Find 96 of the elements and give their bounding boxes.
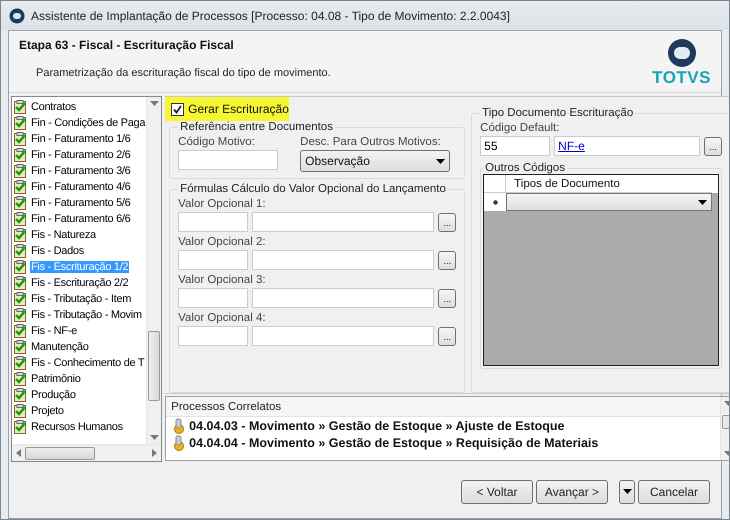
clipboard-check-icon bbox=[14, 260, 27, 274]
cancel-button[interactable]: Cancelar bbox=[638, 480, 710, 504]
scroll-down-icon bbox=[150, 435, 159, 440]
code-field[interactable]: 55 bbox=[480, 136, 550, 156]
clipboard-check-icon bbox=[14, 388, 27, 402]
field-label: Código Default: bbox=[480, 122, 560, 134]
clipboard-check-icon bbox=[14, 148, 27, 162]
scrollbar-thumb[interactable] bbox=[25, 446, 95, 460]
tree-item[interactable]: Fin - Condições de Paga bbox=[30, 117, 146, 129]
tree-item[interactable]: Fis - Dados bbox=[30, 245, 85, 257]
dropdown-button[interactable] bbox=[619, 480, 635, 504]
scroll-right-icon bbox=[152, 449, 158, 457]
select-field[interactable]: Observação bbox=[300, 150, 450, 172]
app-icon bbox=[9, 8, 25, 24]
tree-item[interactable]: Fis - Natureza bbox=[30, 229, 97, 241]
tree-item[interactable]: Fin - Faturamento 1/6 bbox=[30, 133, 132, 145]
vertical-scrollbar[interactable] bbox=[146, 97, 162, 444]
group-title: Outros Códigos bbox=[484, 162, 566, 174]
tree-item[interactable]: Fis - Tributação - Item bbox=[30, 293, 132, 305]
logo-icon bbox=[666, 38, 697, 68]
tree-item[interactable]: Fin - Faturamento 5/6 bbox=[30, 197, 132, 209]
clipboard-check-icon bbox=[14, 244, 27, 258]
field-label: Valor Opcional 4: bbox=[178, 312, 267, 324]
step-description: Parametrização da escrituração fiscal do tipo de movimento. bbox=[36, 67, 331, 79]
checkbox[interactable] bbox=[171, 102, 184, 116]
field-label: Código Motivo: bbox=[178, 136, 256, 148]
window-title: Assistente de Implantação de Processos [Processo: 04.08 - Tipo de Movimento: 2.2.0043] bbox=[31, 8, 510, 22]
clipboard-check-icon bbox=[14, 276, 27, 290]
process-item[interactable]: 04.04.03 - Movimento » Gestão de Estoque » Ajuste de Estoque bbox=[189, 418, 565, 433]
clipboard-check-icon bbox=[14, 180, 27, 194]
group-title: Tipo Documento Escrituração bbox=[481, 107, 634, 119]
clipboard-check-icon bbox=[14, 164, 27, 178]
tree-item[interactable]: Projeto bbox=[30, 405, 65, 417]
new-row-icon bbox=[492, 200, 498, 204]
tree-item[interactable]: Fin - Faturamento 3/6 bbox=[30, 165, 132, 177]
browse-button[interactable]: ... bbox=[704, 136, 722, 156]
group-title: Referência entre Documentos bbox=[179, 121, 334, 133]
tree-item[interactable]: Produção bbox=[30, 389, 77, 401]
clipboard-check-icon bbox=[14, 324, 27, 338]
input-field[interactable] bbox=[178, 150, 278, 170]
tree-item[interactable]: Fis - Escrituração 2/2 bbox=[30, 277, 130, 289]
tree-item[interactable]: Patrimônio bbox=[30, 373, 82, 385]
tree-item[interactable]: Fin - Faturamento 6/6 bbox=[30, 213, 132, 225]
tree-item[interactable]: Recursos Humanos bbox=[30, 421, 124, 433]
group-title: Fórmulas Cálculo do Valor Opcional do Lançamento bbox=[179, 183, 447, 195]
caret-icon bbox=[622, 489, 632, 494]
clipboard-check-icon bbox=[14, 340, 27, 354]
clipboard-check-icon bbox=[14, 292, 27, 306]
input-field[interactable] bbox=[178, 212, 248, 232]
field-label: Valor Opcional 2: bbox=[178, 236, 267, 248]
clipboard-check-icon bbox=[14, 372, 27, 386]
tree-item[interactable]: Contratos bbox=[30, 101, 77, 113]
field-label: Valor Opcional 1: bbox=[178, 198, 267, 210]
step-title: Etapa 63 - Fiscal - Escrituração Fiscal bbox=[19, 38, 235, 52]
browse-button[interactable]: ... bbox=[438, 326, 456, 346]
clipboard-check-icon bbox=[14, 228, 27, 242]
clipboard-check-icon bbox=[14, 308, 27, 322]
browse-button[interactable]: ... bbox=[438, 250, 456, 270]
tree-item[interactable]: Fis - NF-e bbox=[30, 325, 78, 337]
clipboard-check-icon bbox=[14, 100, 27, 114]
dropdown-arrow-icon bbox=[698, 200, 708, 204]
clipboard-check-icon bbox=[14, 356, 27, 370]
dropdown-arrow-icon bbox=[436, 158, 446, 164]
clipboard-check-icon bbox=[14, 116, 27, 130]
clipboard-check-icon bbox=[14, 404, 27, 418]
browse-button[interactable]: ... bbox=[438, 212, 456, 232]
process-item[interactable]: 04.04.04 - Movimento » Gestão de Estoque » Requisição de Materiais bbox=[189, 436, 598, 450]
horizontal-scrollbar[interactable] bbox=[12, 444, 162, 461]
wizard-button[interactable]: Avançar > bbox=[536, 480, 608, 504]
input-field[interactable] bbox=[178, 250, 248, 270]
browse-button[interactable]: ... bbox=[438, 288, 456, 308]
checkbox-label: Gerar Escrituração bbox=[188, 102, 289, 116]
tree-item[interactable]: Fis - Conhecimento de T bbox=[30, 357, 146, 369]
clipboard-check-icon bbox=[14, 212, 27, 226]
input-field[interactable] bbox=[252, 326, 434, 346]
field-label: Valor Opcional 3: bbox=[178, 274, 267, 286]
wizard-button[interactable]: < Voltar bbox=[461, 480, 533, 504]
tree-item[interactable]: Manutenção bbox=[30, 341, 90, 353]
scrollbar-thumb[interactable] bbox=[148, 330, 160, 400]
input-field[interactable] bbox=[178, 326, 248, 346]
clipboard-check-icon bbox=[14, 420, 27, 434]
input-field[interactable] bbox=[252, 212, 434, 232]
tree-item[interactable]: Fis - Tributação - Movim bbox=[30, 309, 143, 321]
combo-field[interactable] bbox=[506, 193, 712, 211]
tree-item[interactable]: Fin - Faturamento 4/6 bbox=[30, 181, 132, 193]
document-link[interactable]: NF-e bbox=[558, 139, 585, 153]
input-field[interactable] bbox=[178, 288, 248, 308]
clipboard-check-icon bbox=[14, 196, 27, 210]
list-title: Processos Correlatos bbox=[166, 397, 720, 418]
scroll-left-icon bbox=[16, 449, 21, 457]
field-label: Desc. Para Outros Motivos: bbox=[300, 136, 442, 148]
clipboard-check-icon bbox=[14, 132, 27, 146]
input-field[interactable] bbox=[252, 250, 434, 270]
input-field[interactable] bbox=[252, 288, 434, 308]
tree-item[interactable]: Fin - Faturamento 2/6 bbox=[30, 149, 132, 161]
logo-text: TOTVS bbox=[652, 68, 711, 88]
